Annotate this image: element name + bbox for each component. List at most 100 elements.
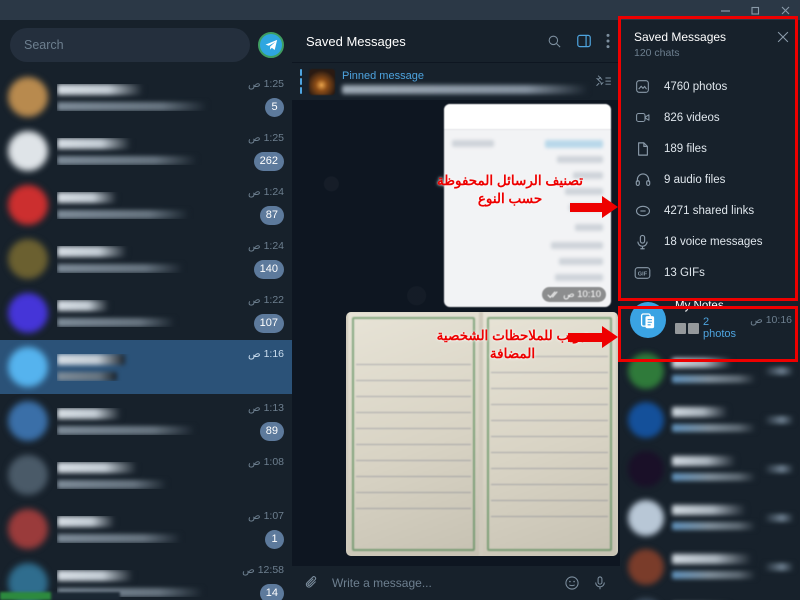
search-icon[interactable] bbox=[547, 34, 562, 49]
avatar bbox=[8, 131, 48, 171]
saved-media-label: 189 files bbox=[664, 142, 707, 155]
saved-panel-subtitle: 120 chats bbox=[634, 47, 680, 59]
message-composer: Write a message... bbox=[292, 566, 620, 600]
chat-item-text bbox=[57, 353, 239, 381]
pinned-thumbnail bbox=[309, 68, 335, 95]
microphone-icon bbox=[634, 234, 651, 250]
chat-item-text bbox=[57, 245, 239, 273]
right-chat-list-item[interactable] bbox=[620, 395, 800, 444]
message-timestamp: 10:10 ص bbox=[542, 287, 606, 302]
right-chat-preview bbox=[672, 571, 756, 579]
photo-icon bbox=[634, 79, 651, 94]
chat-list-item[interactable]: 1:24 ص 87 bbox=[0, 178, 292, 232]
pinned-message-bar[interactable]: Pinned message bbox=[292, 62, 620, 100]
chat-item-meta: 1:07 ص 1 bbox=[248, 510, 284, 549]
close-icon[interactable] bbox=[770, 0, 800, 20]
avatar bbox=[8, 509, 48, 549]
kebab-menu-icon[interactable] bbox=[606, 33, 610, 49]
my-notes-name: My Notes bbox=[675, 300, 724, 312]
right-chat-time bbox=[764, 562, 794, 571]
avatar bbox=[8, 347, 48, 387]
right-chat-list-item[interactable] bbox=[620, 542, 800, 591]
right-chat-list[interactable] bbox=[620, 346, 800, 600]
title-bar bbox=[0, 0, 800, 20]
pinned-preview-blurred bbox=[342, 84, 588, 94]
right-panel-toggle-icon[interactable] bbox=[576, 33, 592, 49]
notes-photo-thumbnails bbox=[675, 322, 699, 334]
annotation-arrow-media-types bbox=[570, 196, 618, 218]
chat-list-item[interactable]: 1:25 ص 262 bbox=[0, 124, 292, 178]
right-chat-list-item[interactable] bbox=[620, 444, 800, 493]
maximize-icon[interactable] bbox=[740, 0, 770, 20]
chat-item-preview bbox=[57, 209, 189, 219]
unread-badge: 1 bbox=[265, 529, 284, 549]
message-input[interactable]: Write a message... bbox=[332, 576, 552, 590]
minimize-icon[interactable] bbox=[710, 0, 740, 20]
chat-item-text bbox=[57, 137, 239, 165]
chat-item-meta: 12:58 ص 14 bbox=[242, 564, 284, 600]
chat-list[interactable]: 1:25 ص 5 1:25 ص 262 1:24 ص 87 1:24 ص 140 1:22 ص1… bbox=[0, 70, 292, 600]
right-chat-text bbox=[672, 554, 756, 579]
annotation-arrow-my-notes bbox=[568, 326, 618, 348]
pinned-label: Pinned message bbox=[342, 69, 424, 82]
chat-item-name bbox=[57, 191, 117, 203]
right-chat-time bbox=[764, 464, 794, 473]
notes-icon bbox=[630, 302, 666, 338]
chat-list-item[interactable]: 1:25 ص 5 bbox=[0, 70, 292, 124]
chat-item-meta: 1:24 ص 140 bbox=[248, 240, 284, 279]
right-chat-list-item[interactable] bbox=[620, 591, 800, 600]
saved-media-list[interactable]: 4760 photos 826 videos 189 files 9 audio fi… bbox=[620, 71, 800, 288]
chat-item-preview bbox=[57, 317, 175, 327]
right-chat-list-item[interactable] bbox=[620, 493, 800, 542]
chat-list-item[interactable]: 1:13 ص 89 bbox=[0, 394, 292, 448]
emoji-icon[interactable] bbox=[564, 575, 580, 591]
close-icon[interactable] bbox=[776, 30, 790, 44]
microphone-icon[interactable] bbox=[592, 575, 608, 591]
saved-media-label: 4271 shared links bbox=[664, 204, 755, 217]
my-notes-preview: 2 photos bbox=[703, 316, 737, 340]
saved-media-row[interactable]: 9 audio files bbox=[620, 164, 800, 195]
saved-media-row[interactable]: 189 files bbox=[620, 133, 800, 164]
saved-panel-header: Saved Messages 120 chats bbox=[620, 30, 800, 59]
right-chat-preview bbox=[672, 375, 756, 383]
chat-list-item[interactable]: 1:22 ص 107 bbox=[0, 286, 292, 340]
right-chat-list-item[interactable] bbox=[620, 346, 800, 395]
chat-item-text bbox=[57, 461, 239, 489]
unread-badge: 14 bbox=[259, 583, 284, 600]
search-input[interactable]: Search bbox=[10, 28, 250, 62]
right-chat-name bbox=[672, 505, 746, 515]
right-chat-time bbox=[764, 366, 794, 375]
chat-item-preview bbox=[57, 479, 167, 489]
pinned-text: Pinned message bbox=[342, 70, 588, 94]
chat-item-meta: 1:08 ص0 bbox=[248, 456, 284, 495]
avatar bbox=[628, 499, 664, 536]
saved-media-row[interactable]: 826 videos bbox=[620, 102, 800, 133]
chat-list-item[interactable]: 1:24 ص 140 bbox=[0, 232, 292, 286]
chat-item-name bbox=[57, 461, 137, 473]
chat-item-meta: 1:16 ص0 bbox=[248, 348, 284, 387]
saved-media-row[interactable]: 4760 photos bbox=[620, 71, 800, 102]
paperclip-icon[interactable] bbox=[304, 575, 320, 591]
saved-media-row[interactable]: 18 voice messages bbox=[620, 226, 800, 257]
right-chat-time bbox=[764, 513, 794, 522]
right-chat-text bbox=[672, 358, 756, 383]
link-icon bbox=[634, 204, 651, 218]
saved-media-row[interactable]: 4271 shared links bbox=[620, 195, 800, 226]
chat-list-item[interactable]: 1:08 ص0 bbox=[0, 448, 292, 502]
right-chat-name bbox=[672, 358, 732, 368]
unread-badge: 87 bbox=[259, 205, 284, 225]
gif-icon: GIF bbox=[634, 266, 651, 280]
saved-panel-title: Saved Messages bbox=[634, 30, 727, 44]
chat-item-time: 1:16 ص bbox=[247, 347, 284, 360]
chat-item-time: 1:07 ص bbox=[247, 509, 284, 522]
my-notes-row[interactable]: My Notes 2 photos 10:16 ص bbox=[620, 294, 800, 346]
right-chat-preview bbox=[672, 473, 756, 481]
obscured-taskbar-strip bbox=[0, 592, 120, 600]
telegram-logo-icon[interactable] bbox=[258, 32, 284, 58]
chat-list-item[interactable]: 1:07 ص 1 bbox=[0, 502, 292, 556]
chat-list-item[interactable]: 1:16 ص0 bbox=[0, 340, 292, 394]
chat-item-name bbox=[57, 353, 125, 365]
pinned-list-icon[interactable] bbox=[595, 74, 612, 89]
svg-text:GIF: GIF bbox=[638, 271, 648, 277]
saved-media-row[interactable]: GIF 13 GIFs bbox=[620, 257, 800, 288]
